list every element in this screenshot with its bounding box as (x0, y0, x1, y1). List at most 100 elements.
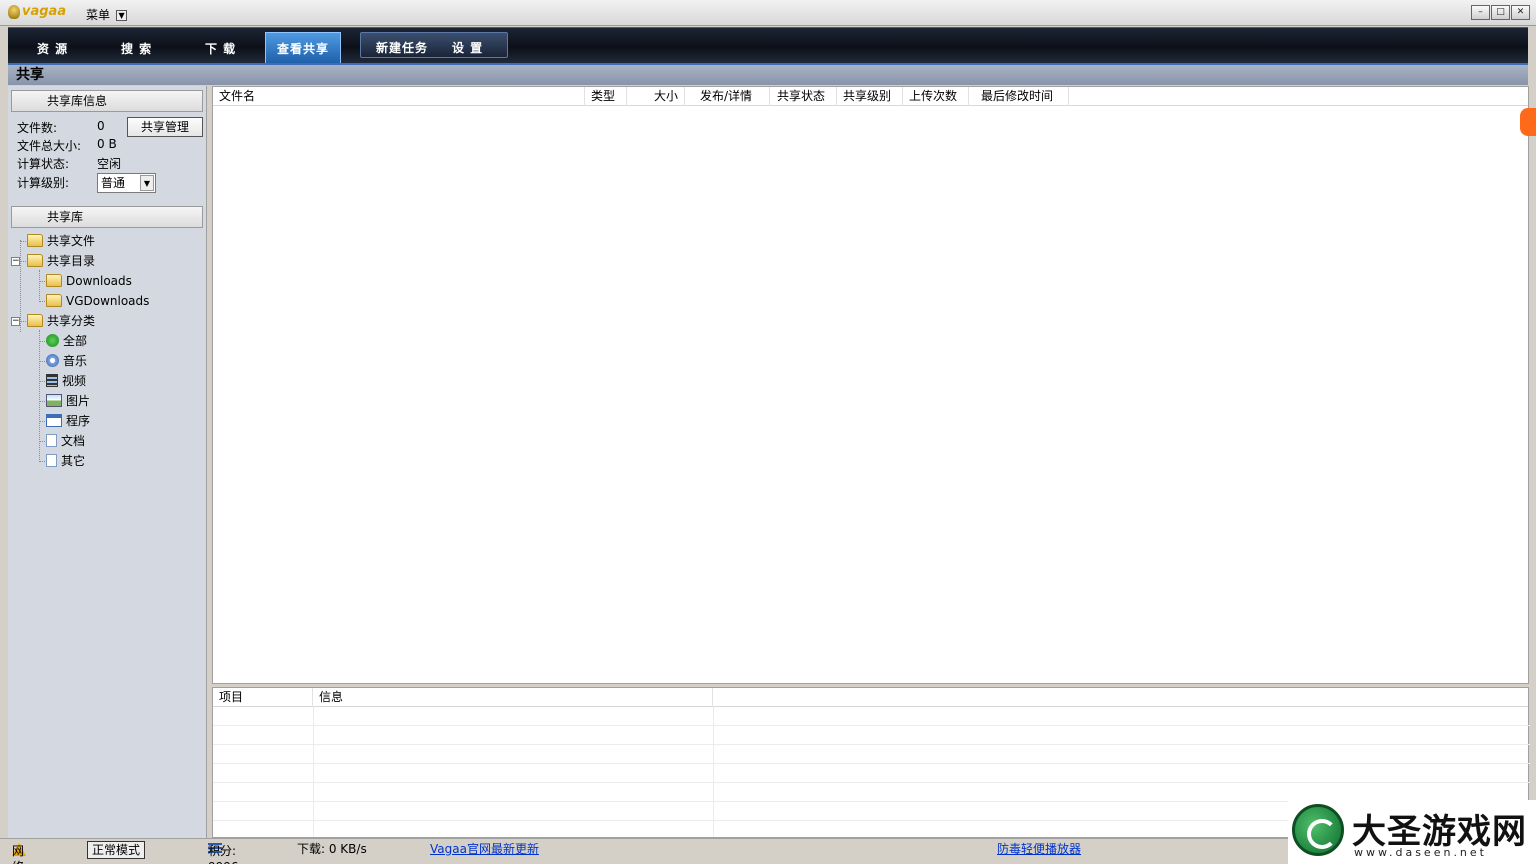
main-menu-label: 菜单 (86, 8, 111, 22)
tree-item-label: Downloads (66, 274, 132, 288)
vagaa-logo-icon (8, 4, 20, 19)
app-logo-text: vagaa (22, 4, 67, 19)
tree-item-label: 视频 (62, 374, 87, 388)
all-category-icon (46, 334, 59, 347)
tree-item-all[interactable]: 全部 (46, 332, 87, 350)
calc-level-value: 普通 (101, 176, 126, 190)
tree-item-shared-files[interactable]: 共享文件 (27, 232, 95, 250)
tree-item-label: 全部 (63, 334, 88, 348)
folder-icon (46, 274, 62, 287)
column-divider (313, 707, 314, 837)
network-label: 网络 (12, 844, 25, 864)
watermark: 大圣游戏网 www.daseen.net (1288, 800, 1536, 864)
tree-item-music[interactable]: 音乐 (46, 352, 87, 370)
tree-item-categories[interactable]: 共享分类 (27, 312, 95, 330)
column-header-item[interactable]: 项目 (213, 688, 313, 707)
program-icon (46, 414, 62, 427)
tab-download[interactable]: 下 载 (205, 40, 236, 57)
file-count-value: 0 (97, 119, 105, 133)
tab-search[interactable]: 搜 索 (121, 40, 152, 57)
calc-level-label: 计算级别: (17, 176, 70, 190)
table-row (213, 764, 1530, 783)
tree-item-label: 共享分类 (47, 314, 96, 328)
library-header[interactable]: 共享库 (11, 206, 203, 228)
tree-item-document[interactable]: 文档 (46, 432, 85, 450)
folder-icon (27, 314, 43, 327)
library-info-header[interactable]: 共享库信息 (11, 90, 203, 112)
tree-item-picture[interactable]: 图片 (46, 392, 90, 410)
table-row (213, 726, 1530, 745)
folder-icon (27, 254, 43, 267)
detail-header: 项目 信息 (213, 688, 1528, 707)
nav-action-group: 新建任务 设 置 (360, 32, 508, 58)
tree-item-label: VGDownloads (66, 294, 150, 308)
tree-item-label: 共享目录 (47, 254, 96, 268)
tree-item-downloads[interactable]: Downloads (46, 272, 132, 290)
tree-item-label: 文档 (61, 434, 86, 448)
calc-status-label: 计算状态: (17, 157, 70, 171)
column-header-info[interactable]: 信息 (313, 688, 713, 707)
folder-icon (46, 294, 62, 307)
collapse-toggle-shared-dirs[interactable]: − (11, 257, 20, 266)
tree-item-label: 图片 (66, 394, 91, 408)
column-header-type[interactable]: 类型 (585, 87, 627, 106)
folder-icon (27, 234, 43, 247)
tree-item-video[interactable]: 视频 (46, 372, 86, 390)
picture-icon (46, 394, 62, 407)
new-task-button[interactable]: 新建任务 (376, 39, 428, 56)
tree-item-program[interactable]: 程序 (46, 412, 90, 430)
minimize-button[interactable]: – (1471, 5, 1490, 20)
collapse-toggle-categories[interactable]: − (11, 317, 20, 326)
calc-level-select[interactable]: 普通 ▼ (97, 173, 156, 193)
window-controls: – □ ✕ (1470, 5, 1530, 20)
chevron-down-icon[interactable]: ▼ (140, 175, 154, 191)
settings-button[interactable]: 设 置 (452, 39, 483, 56)
tree-item-shared-dirs[interactable]: 共享目录 (27, 252, 95, 270)
side-float-icon[interactable] (1520, 108, 1536, 136)
file-list[interactable]: 文件名 类型 大小 发布/详情 共享状态 共享级别 上传次数 最后修改时间 (212, 86, 1529, 684)
calc-status-value: 空闲 (97, 157, 122, 171)
tree-line (20, 240, 21, 332)
video-icon (46, 374, 58, 387)
watermark-url: www.daseen.net (1354, 846, 1487, 859)
column-header-upload-count[interactable]: 上传次数 (903, 87, 969, 106)
tab-resources[interactable]: 资 源 (37, 40, 68, 57)
document-icon (46, 434, 57, 447)
column-header-filename[interactable]: 文件名 (213, 87, 585, 106)
file-count-label: 文件数: (17, 121, 58, 135)
table-row (213, 707, 1530, 726)
tree-line (39, 330, 40, 462)
app-logo: vagaa (8, 4, 66, 19)
left-panel: 共享库信息 文件数: 0 共享管理 文件总大小: 0 B 计算状态: 空闲 计算… (8, 86, 207, 838)
close-button[interactable]: ✕ (1511, 5, 1530, 20)
total-size-label: 文件总大小: (17, 139, 82, 153)
update-link[interactable]: Vagaa官网最新更新 (430, 841, 539, 857)
file-icon (46, 454, 57, 467)
total-size-value: 0 B (97, 137, 117, 151)
column-header-detail[interactable]: 发布/详情 (694, 87, 770, 106)
column-header-share-status[interactable]: 共享状态 (771, 87, 837, 106)
main-nav: 资 源 搜 索 下 载 查看共享 新建任务 设 置 (8, 27, 1528, 65)
page-title: 共享 (8, 65, 1528, 85)
column-header-share-level[interactable]: 共享级别 (837, 87, 903, 106)
tree-item-label: 音乐 (63, 354, 88, 368)
mode-button[interactable]: 正常模式 (87, 841, 146, 859)
table-row (213, 745, 1530, 764)
main-menu-button[interactable]: 菜单 ▼ (86, 6, 128, 23)
tree-item-label: 程序 (66, 414, 91, 428)
watermark-logo-icon (1292, 804, 1344, 856)
column-header-size[interactable]: 大小 (627, 87, 685, 106)
chevron-down-icon: ▼ (116, 10, 128, 21)
column-header-modified-time[interactable]: 最后修改时间 (975, 87, 1069, 106)
file-list-header: 文件名 类型 大小 发布/详情 共享状态 共享级别 上传次数 最后修改时间 (213, 87, 1528, 106)
download-speed: 下载: 0 KB/s (297, 842, 367, 856)
tree-item-label: 共享文件 (47, 234, 96, 248)
title-bar: vagaa 菜单 ▼ – □ ✕ (0, 0, 1536, 26)
tree-item-other[interactable]: 其它 (46, 452, 85, 470)
player-link[interactable]: 防毒轻便播放器 (997, 841, 1081, 857)
points-value: 积分: 9996 (208, 844, 239, 864)
maximize-button[interactable]: □ (1491, 5, 1510, 20)
tab-view-share[interactable]: 查看共享 (265, 32, 341, 64)
share-manage-button[interactable]: 共享管理 (127, 117, 203, 137)
tree-item-vgdownloads[interactable]: VGDownloads (46, 292, 149, 310)
